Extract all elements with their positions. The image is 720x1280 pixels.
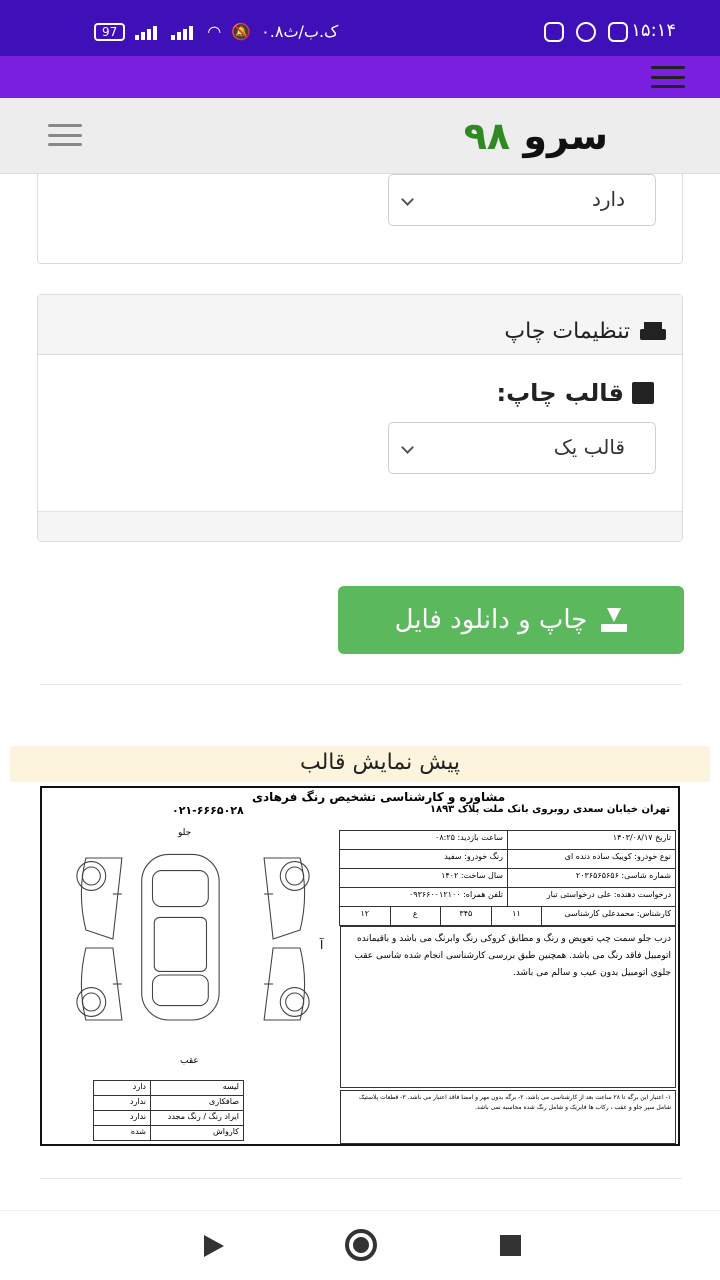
legend-cell: ندارد <box>93 1110 151 1126</box>
table-cell: رنگ خودرو: سفید <box>339 849 508 869</box>
option-select-value: دارد <box>591 187 625 211</box>
table-cell: شماره شاسی: ۲۰۳۶۵۶۵۶۵۶ <box>507 868 676 888</box>
legend-cell: صافکاری <box>150 1095 244 1111</box>
status-icons <box>544 22 628 42</box>
print-download-button[interactable]: چاپ و دانلود فایل <box>338 586 684 654</box>
options-card: دارد <box>37 174 683 264</box>
plate-cell: ع <box>389 906 442 926</box>
template-label-row: قالب چاپ: <box>496 379 654 407</box>
chevron-down-icon <box>401 193 414 206</box>
template-label: قالب چاپ: <box>496 379 624 407</box>
divider <box>40 684 682 685</box>
form-address: تهران خیابان سعدی روبروی بانک ملت پلاک ۱… <box>429 804 670 815</box>
legend-cell: کارواش <box>150 1125 244 1141</box>
plate-cell: ۱۲ <box>339 906 391 926</box>
clock: ۱۵:۱۴ <box>631 20 676 41</box>
table-row: کارشناس: محمدعلی کارشناسی ۱۱ ۳۴۵ ع ۱۲ <box>339 906 676 926</box>
table-cell: درخواست دهنده: علی درخواستی تبار <box>507 887 676 907</box>
table-cell: سال ساخت: ۱۴۰۲ <box>339 868 508 888</box>
table-cell: نوع خودرو: کوییک ساده دنده ای <box>507 849 676 869</box>
car-rear-label: عقب <box>180 1056 199 1066</box>
table-cell: کارشناس: محمدعلی کارشناسی <box>541 906 676 926</box>
signal-icon-2 <box>171 24 197 40</box>
home-icon[interactable] <box>345 1229 377 1261</box>
legend-table: لیسه دارد صافکاری ندارد ایراد رنگ / رنگ مج… <box>92 1080 244 1141</box>
menu-icon[interactable] <box>651 66 685 88</box>
plate-cell: ۳۴۵ <box>440 906 492 926</box>
printer-icon <box>640 321 666 342</box>
table-row: درخواست دهنده: علی درخواستی تبار تلفن همر… <box>339 887 676 907</box>
legend-row: لیسه دارد <box>92 1080 244 1096</box>
card-footer <box>38 511 682 541</box>
site-header: سرو ۹۸ <box>0 98 720 174</box>
template-select-value: قالب یک <box>553 435 625 459</box>
site-menu-icon[interactable] <box>48 124 82 146</box>
network-speed: ۰.۸ک.ب/ث <box>261 22 339 41</box>
info-table: تاریخ ۱۴۰۳/۰۸/۱۷ ساعت بازدید: ۰۸:۲۵ نوع خ… <box>339 830 676 926</box>
car-diagram <box>76 853 310 1021</box>
legend-cell: لیسه <box>150 1080 244 1096</box>
table-row: تاریخ ۱۴۰۳/۰۸/۱۷ ساعت بازدید: ۰۸:۲۵ <box>339 830 676 850</box>
legend-cell: دارد <box>93 1080 151 1096</box>
option-select[interactable]: دارد <box>388 174 656 226</box>
table-cell: ساعت بازدید: ۰۸:۲۵ <box>339 830 508 850</box>
print-download-label: چاپ و دانلود فایل <box>394 605 588 635</box>
form-title: مشاوره و کارشناسی تشخیص رنگ فرهادی <box>252 790 506 804</box>
table-row: نوع خودرو: کوییک ساده دنده ای رنگ خودرو: … <box>339 849 676 869</box>
page-content[interactable]: دارد تنظیمات چاپ قالب چاپ: قالب یک چاپ و… <box>0 174 720 1209</box>
signal-icon <box>135 24 161 40</box>
legend-cell: شده <box>93 1125 151 1141</box>
download-icon <box>601 608 628 632</box>
chevron-down-icon <box>401 441 414 454</box>
logo-number: ۹۸ <box>463 114 511 158</box>
table-cell: تاریخ ۱۴۰۳/۰۸/۱۷ <box>507 830 676 850</box>
legend-cell: ایراد رنگ / رنگ مجدد <box>150 1110 244 1126</box>
back-icon[interactable] <box>204 1235 224 1257</box>
template-select[interactable]: قالب یک <box>388 422 656 474</box>
recent-apps-icon[interactable] <box>500 1235 521 1256</box>
inspection-note: ۱- اعتبار این برگه تا ۲۸ ساعت بعد از کار… <box>340 1090 676 1144</box>
top-app-bar <box>0 56 720 98</box>
system-nav-bar <box>0 1210 720 1280</box>
table-cell: تلفن همراه: ۰۹۳۶۶۰۰۱۲۱۰۰ <box>339 887 508 907</box>
table-row: شماره شاسی: ۲۰۳۶۵۶۵۶۵۶ سال ساخت: ۱۴۰۲ <box>339 868 676 888</box>
logo-text: سرو <box>523 114 608 158</box>
plate-cell: ۱۱ <box>490 906 543 926</box>
wifi-icon: ◠ <box>207 22 222 41</box>
inspection-description: درب جلو سمت چپ تعویض و رنگ و مطابق کروکی… <box>340 926 676 1088</box>
document-icon <box>632 382 654 404</box>
instagram-icon <box>544 22 564 42</box>
battery-indicator: 97 <box>94 22 126 41</box>
legend-row: کارواش شده <box>92 1125 244 1141</box>
legend-row: ایراد رنگ / رنگ مجدد ندارد <box>92 1110 244 1126</box>
status-left: 97 ◠ 🔕 ۰.۸ک.ب/ث <box>94 22 338 41</box>
site-logo[interactable]: سرو ۹۸ <box>464 114 608 158</box>
preview-title: پیش نمایش قالب <box>10 746 710 782</box>
mute-icon: 🔕 <box>231 22 252 41</box>
legend-cell: ندارد <box>93 1095 151 1111</box>
app-e-icon <box>576 22 596 42</box>
status-bar: 97 ◠ 🔕 ۰.۸ک.ب/ث ۱۵:۱۴ <box>0 0 720 56</box>
trash-icon <box>608 22 628 42</box>
form-phone: ۰۲۱-۶۶۶۵۰۲۸ <box>172 804 244 817</box>
car-front-label: جلو <box>178 828 192 838</box>
template-preview: مشاوره و کارشناسی تشخیص رنگ فرهادی تهران… <box>40 786 680 1146</box>
print-settings-card: تنظیمات چاپ قالب چاپ: قالب یک <box>37 294 683 542</box>
divider <box>40 1178 682 1179</box>
legend-row: صافکاری ندارد <box>92 1095 244 1111</box>
print-settings-header: تنظیمات چاپ <box>38 295 682 355</box>
print-settings-title: تنظیمات چاپ <box>504 319 630 344</box>
